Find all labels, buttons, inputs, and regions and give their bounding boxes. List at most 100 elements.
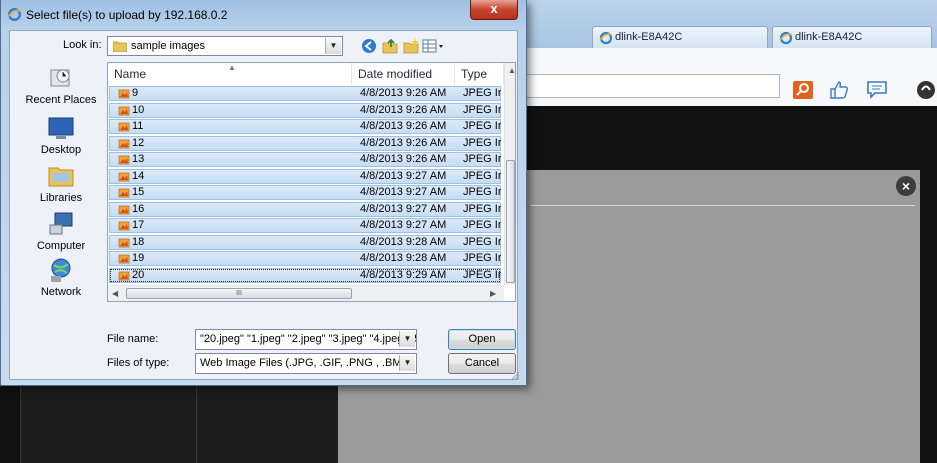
jpeg-file-icon bbox=[118, 155, 130, 165]
file-date: 4/8/2013 9:27 AM bbox=[360, 186, 447, 198]
place-label: Libraries bbox=[39, 192, 83, 204]
file-row[interactable]: 17 4/8/2013 9:27 AM JPEG Ir bbox=[109, 218, 501, 233]
file-row[interactable]: 9 4/8/2013 9:26 AM JPEG Ir bbox=[109, 86, 501, 101]
address-bar[interactable] bbox=[520, 74, 780, 98]
computer-icon bbox=[49, 212, 73, 235]
place-label: Recent Places bbox=[25, 94, 97, 106]
column-header-date-modified[interactable]: Date modified bbox=[352, 63, 455, 85]
file-row[interactable]: 19 4/8/2013 9:28 AM JPEG Ir bbox=[109, 251, 501, 266]
file-date: 4/8/2013 9:26 AM bbox=[360, 87, 447, 99]
file-type: JPEG Ir bbox=[463, 103, 501, 116]
scroll-up-icon[interactable]: ▲ bbox=[508, 66, 515, 75]
file-type: JPEG Ir bbox=[463, 136, 501, 149]
up-folder-icon[interactable] bbox=[381, 37, 399, 55]
jpeg-file-icon bbox=[118, 271, 130, 280]
jpeg-file-icon bbox=[118, 172, 130, 181]
open-button[interactable]: Open bbox=[448, 329, 516, 350]
file-row[interactable]: 15 4/8/2013 9:27 AM JPEG Ir bbox=[109, 185, 501, 200]
file-name: 12 bbox=[132, 136, 145, 149]
app-logo-icon[interactable] bbox=[914, 80, 937, 100]
scroll-left-icon[interactable]: ◀ bbox=[112, 289, 118, 298]
file-row[interactable]: 11 4/8/2013 9:26 AM JPEG Ir bbox=[109, 119, 501, 134]
sort-ascending-icon: ▲ bbox=[228, 63, 236, 72]
file-type: JPEG Ir bbox=[463, 169, 501, 182]
place-recent-places[interactable]: Recent Places bbox=[17, 64, 105, 106]
search-icon[interactable] bbox=[792, 80, 814, 100]
dialog-titlebar[interactable]: Select file(s) to upload by 192.168.0.2 … bbox=[1, 0, 526, 30]
column-header-name[interactable]: Name ▲ bbox=[108, 63, 352, 85]
jpeg-file-icon bbox=[118, 188, 130, 198]
place-computer[interactable]: Computer bbox=[17, 210, 105, 252]
jpeg-file-icon bbox=[118, 221, 130, 231]
thumbs-up-icon[interactable] bbox=[828, 80, 850, 100]
jpeg-file-icon bbox=[118, 89, 130, 99]
browser-tab-1[interactable]: dlink-E8A42C bbox=[592, 26, 768, 48]
place-label: Computer bbox=[36, 240, 86, 252]
column-header-type[interactable]: Type bbox=[455, 63, 504, 85]
panel-close-button[interactable]: × bbox=[896, 176, 916, 196]
chevron-down-icon[interactable]: ▼ bbox=[399, 331, 415, 347]
jpeg-file-icon bbox=[118, 254, 130, 264]
divider bbox=[196, 380, 197, 463]
jpeg-file-icon bbox=[118, 139, 130, 148]
libraries-icon bbox=[48, 167, 74, 187]
file-row[interactable]: 16 4/8/2013 9:27 AM JPEG Ir bbox=[109, 201, 501, 217]
file-type: JPEG Ir bbox=[463, 235, 501, 248]
chevron-down-icon[interactable]: ▼ bbox=[399, 355, 415, 371]
horizontal-scrollbar[interactable]: ◀ III ▶ bbox=[108, 285, 504, 301]
file-name-value: "20.jpeg" "1.jpeg" "2.jpeg" "3.jpeg" "4.… bbox=[200, 333, 417, 345]
scroll-right-icon[interactable]: ▶ bbox=[490, 289, 496, 298]
file-type: JPEG Ir bbox=[463, 202, 501, 215]
file-date: 4/8/2013 9:27 AM bbox=[360, 219, 447, 231]
file-date: 4/8/2013 9:28 AM bbox=[360, 252, 447, 264]
file-date: 4/8/2013 9:29 AM bbox=[360, 268, 447, 281]
look-in-combobox[interactable]: sample images ▼ bbox=[107, 36, 343, 56]
file-row[interactable]: 14 4/8/2013 9:27 AM JPEG Ir bbox=[109, 168, 501, 184]
place-desktop[interactable]: Desktop bbox=[17, 114, 105, 156]
thumbnail-strip bbox=[20, 380, 339, 463]
file-type: JPEG Ir bbox=[463, 120, 501, 132]
column-type-label: Type bbox=[461, 67, 488, 81]
folder-icon bbox=[113, 41, 127, 52]
file-type: JPEG Ir bbox=[463, 219, 501, 231]
vertical-scrollbar[interactable]: ▲ bbox=[504, 63, 515, 285]
cancel-button[interactable]: Cancel bbox=[448, 353, 516, 374]
browser-tab-2[interactable]: dlink-E8A42C bbox=[772, 26, 932, 48]
dialog-title: Select file(s) to upload by 192.168.0.2 bbox=[26, 8, 228, 22]
resize-grip-icon[interactable] bbox=[510, 370, 520, 380]
chevron-down-icon[interactable]: ▼ bbox=[325, 38, 341, 54]
place-network[interactable]: Network bbox=[17, 256, 105, 298]
view-menu-icon[interactable] bbox=[421, 37, 445, 55]
file-date: 4/8/2013 9:27 AM bbox=[360, 169, 447, 182]
ie-icon bbox=[779, 31, 793, 45]
file-date: 4/8/2013 9:26 AM bbox=[360, 153, 447, 165]
file-name: 9 bbox=[132, 87, 139, 99]
back-icon[interactable] bbox=[360, 37, 378, 55]
file-row[interactable]: 18 4/8/2013 9:28 AM JPEG Ir bbox=[109, 234, 501, 250]
jpeg-file-icon bbox=[118, 205, 130, 214]
new-folder-icon[interactable] bbox=[402, 37, 420, 55]
vertical-scroll-thumb[interactable] bbox=[506, 160, 515, 283]
file-type: JPEG Ir bbox=[463, 87, 501, 99]
file-name: 11 bbox=[132, 120, 144, 132]
file-row[interactable]: 13 4/8/2013 9:26 AM JPEG Ir bbox=[109, 152, 501, 167]
file-row[interactable]: 12 4/8/2013 9:26 AM JPEG Ir bbox=[109, 135, 501, 151]
tab-label: dlink-E8A42C bbox=[615, 31, 683, 43]
file-row[interactable]: 20 4/8/2013 9:29 AM JPEG Ir bbox=[109, 267, 501, 283]
comment-icon[interactable] bbox=[866, 80, 888, 100]
horizontal-scroll-thumb[interactable]: III bbox=[126, 288, 352, 299]
dialog-close-button[interactable]: x bbox=[470, 0, 518, 20]
file-row[interactable]: 10 4/8/2013 9:26 AM JPEG Ir bbox=[109, 102, 501, 118]
column-date-label: Date modified bbox=[358, 67, 433, 81]
file-name-label: File name: bbox=[107, 333, 159, 345]
places-bar: Recent Places Desktop Libraries Computer… bbox=[17, 62, 105, 302]
file-name: 15 bbox=[132, 186, 145, 198]
jpeg-file-icon bbox=[118, 106, 130, 115]
file-name: 14 bbox=[132, 169, 145, 182]
file-list[interactable]: Name ▲ Date modified Type 9 4/8/2013 9:26… bbox=[107, 62, 516, 302]
files-of-type-combobox[interactable]: Web Image Files (.JPG, .GIF, .PNG , .BMP… bbox=[195, 353, 417, 374]
tab-label: dlink-E8A42C bbox=[795, 31, 863, 43]
place-libraries[interactable]: Libraries bbox=[17, 162, 105, 204]
file-name-combobox[interactable]: "20.jpeg" "1.jpeg" "2.jpeg" "3.jpeg" "4.… bbox=[195, 329, 417, 350]
file-name: 19 bbox=[132, 252, 145, 264]
